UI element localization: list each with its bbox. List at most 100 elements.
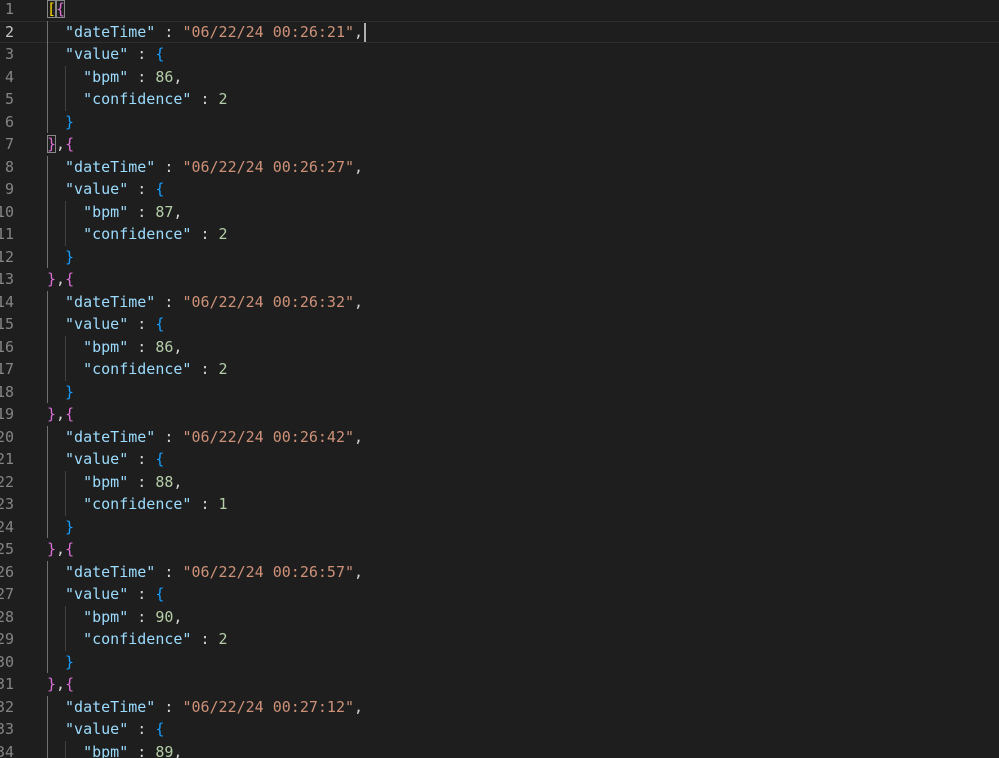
line-number: 29 (0, 630, 14, 648)
code-token: "dateTime" (65, 157, 156, 176)
code-line[interactable]: 11 "confidence" : 2 (0, 223, 999, 246)
code-text[interactable]: "confidence" : 2 (83, 628, 228, 651)
code-line[interactable]: 13},{ (0, 268, 999, 291)
code-line[interactable]: 5 "confidence" : 2 (0, 88, 999, 111)
code-text[interactable]: [{ (47, 0, 66, 21)
code-text[interactable]: "value" : { (65, 448, 164, 471)
code-text[interactable]: },{ (47, 673, 74, 696)
code-text[interactable]: },{ (47, 133, 74, 156)
code-line[interactable]: 4 "bpm" : 86, (0, 65, 999, 89)
code-token: , (173, 67, 183, 86)
code-line[interactable]: 23 "confidence" : 1 (0, 493, 999, 516)
code-token: "06/22/24 00:26:21" (182, 22, 355, 41)
code-token: , (173, 742, 183, 758)
code-line[interactable]: 9 "value" : { (0, 178, 999, 201)
code-text[interactable]: "value" : { (65, 718, 164, 741)
code-line[interactable]: 27 "value" : { (0, 583, 999, 606)
code-token: "06/22/24 00:26:32" (182, 292, 355, 311)
code-line[interactable]: 18} (0, 380, 999, 404)
code-line[interactable]: 29 "confidence" : 2 (0, 628, 999, 651)
code-token: : (128, 180, 156, 198)
code-token: { (155, 720, 165, 738)
code-text[interactable]: "bpm" : 86, (83, 66, 182, 89)
code-token: } (65, 652, 75, 671)
code-text[interactable]: },{ (47, 268, 74, 291)
code-text[interactable]: "bpm" : 86, (83, 336, 182, 359)
code-line[interactable]: 7},{ (0, 133, 999, 156)
code-text[interactable]: },{ (47, 538, 74, 561)
code-line[interactable]: 2 "dateTime" : "06/22/24 00:26:21", (0, 20, 999, 44)
code-text[interactable]: } (65, 516, 74, 539)
line-number: 16 (0, 337, 14, 356)
code-text[interactable]: },{ (47, 403, 74, 426)
code-token: "06/22/24 00:26:42" (182, 427, 355, 446)
code-line[interactable]: 33 "value" : { (0, 718, 999, 741)
indent-guide (47, 110, 48, 133)
code-text[interactable]: } (65, 246, 74, 269)
code-text[interactable]: "value" : { (65, 583, 164, 606)
code-line[interactable]: 26 "dateTime" : "06/22/24 00:26:57", (0, 560, 999, 584)
code-line[interactable]: 16 "bpm" : 86, (0, 335, 999, 359)
code-text[interactable]: "confidence" : 2 (83, 358, 228, 381)
code-text[interactable]: "dateTime" : "06/22/24 00:26:27", (65, 156, 363, 179)
code-line[interactable]: 14 "dateTime" : "06/22/24 00:26:32", (0, 290, 999, 314)
code-editor[interactable]: 1[{2 "dateTime" : "06/22/24 00:26:21", 3 "v… (0, 0, 999, 758)
code-text[interactable]: "confidence" : 1 (83, 493, 228, 516)
code-text[interactable]: "bpm" : 90, (83, 606, 182, 629)
code-token: : (128, 202, 156, 221)
code-line[interactable]: 30} (0, 650, 999, 674)
code-line[interactable]: 8 "dateTime" : "06/22/24 00:26:27", (0, 155, 999, 179)
code-text[interactable]: "value" : { (65, 313, 164, 336)
code-token: "value" (65, 450, 129, 468)
code-text[interactable]: "dateTime" : "06/22/24 00:26:42", (65, 426, 363, 449)
code-line[interactable]: 15 "value" : { (0, 313, 999, 336)
code-token: , (173, 337, 183, 356)
code-text[interactable]: } (65, 381, 74, 404)
code-text[interactable]: "value" : { (65, 178, 164, 201)
code-line[interactable]: 12} (0, 245, 999, 269)
code-token: "dateTime" (65, 427, 156, 446)
code-text[interactable]: "confidence" : 2 (83, 88, 228, 111)
code-line[interactable]: 24} (0, 515, 999, 539)
code-line[interactable]: 31},{ (0, 673, 999, 696)
code-token: , (56, 270, 66, 288)
code-text[interactable]: "value" : { (65, 43, 164, 66)
code-line[interactable]: 34 "bpm" : 89, (0, 740, 999, 758)
code-text[interactable]: "dateTime" : "06/22/24 00:26:57", (65, 561, 363, 584)
code-line[interactable]: 19},{ (0, 403, 999, 426)
code-line[interactable]: 6} (0, 110, 999, 134)
code-text[interactable]: } (65, 111, 74, 134)
line-number: 18 (0, 382, 14, 401)
code-text[interactable]: "bpm" : 87, (83, 201, 182, 224)
code-line[interactable]: 10 "bpm" : 87, (0, 200, 999, 224)
editor-lines[interactable]: 1[{2 "dateTime" : "06/22/24 00:26:21", 3 "v… (0, 0, 999, 758)
line-number: 21 (0, 450, 14, 468)
code-token: "dateTime" (65, 22, 156, 41)
code-line[interactable]: 32 "dateTime" : "06/22/24 00:27:12", (0, 695, 999, 719)
code-token: { (65, 405, 75, 423)
code-token: , (354, 427, 364, 446)
code-text[interactable]: "dateTime" : "06/22/24 00:26:21", (65, 21, 367, 44)
code-line[interactable]: 21 "value" : { (0, 448, 999, 471)
code-text[interactable]: } (65, 651, 74, 674)
line-number: 24 (0, 517, 14, 536)
code-token: "bpm" (83, 607, 129, 626)
code-text[interactable]: "confidence" : 2 (83, 223, 228, 246)
code-token: : (155, 562, 183, 581)
code-line[interactable]: 20 "dateTime" : "06/22/24 00:26:42", (0, 425, 999, 449)
indent-guide (47, 740, 48, 758)
line-number: 2 (4, 22, 14, 41)
code-text[interactable]: "bpm" : 89, (83, 741, 182, 758)
code-line[interactable]: 17 "confidence" : 2 (0, 358, 999, 381)
code-line[interactable]: 3 "value" : { (0, 43, 999, 66)
code-line[interactable]: 28 "bpm" : 90, (0, 605, 999, 629)
code-line[interactable]: 25},{ (0, 538, 999, 561)
indent-guide (47, 695, 48, 718)
code-text[interactable]: "dateTime" : "06/22/24 00:27:12", (65, 696, 363, 719)
code-line[interactable]: 1 [{ (0, 0, 999, 21)
code-token: { (155, 450, 165, 468)
code-line[interactable]: 22 "bpm" : 88, (0, 470, 999, 494)
indent-guide (47, 650, 48, 673)
code-text[interactable]: "dateTime" : "06/22/24 00:26:32", (65, 291, 363, 314)
code-text[interactable]: "bpm" : 88, (83, 471, 182, 494)
